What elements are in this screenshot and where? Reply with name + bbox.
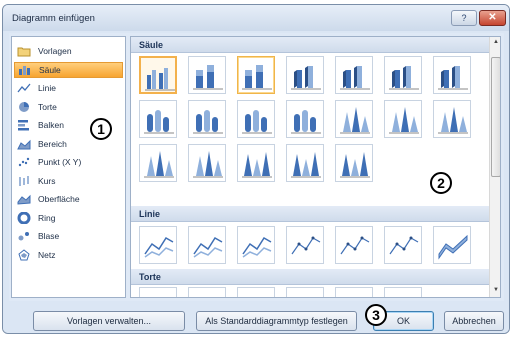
pie-subtype-thumbnail[interactable] bbox=[237, 287, 275, 297]
chart-type-label: Torte bbox=[38, 101, 57, 112]
chart-type-item[interactable]: Blase bbox=[14, 228, 123, 244]
column-subtype-thumbnail[interactable] bbox=[139, 100, 177, 138]
section-header-column: Säule bbox=[131, 37, 489, 53]
chart-type-label: Oberfläche bbox=[38, 194, 80, 204]
chart-type-label: Balken bbox=[38, 120, 64, 130]
column-subtype-thumbnail[interactable] bbox=[384, 56, 422, 94]
line-subtype-thumbnail[interactable] bbox=[237, 226, 275, 264]
line-subtype-thumbnail[interactable] bbox=[188, 226, 226, 264]
line-subtype-thumbnail[interactable] bbox=[286, 226, 324, 264]
surface-chart-icon bbox=[17, 193, 31, 205]
scroll-up-icon[interactable]: ▲ bbox=[492, 39, 500, 45]
dialog-title: Diagramm einfügen bbox=[12, 13, 95, 24]
pie-subtype-thumbnail[interactable] bbox=[286, 287, 324, 297]
section-label-line: Linie bbox=[139, 209, 161, 219]
section-label-column: Säule bbox=[139, 40, 164, 50]
bubble-chart-icon bbox=[17, 230, 31, 242]
dialog-footer: Vorlagen verwalten... Als Standarddiagra… bbox=[3, 301, 509, 333]
dialog-body: Vorlagen Säule Linie Torte Balken Bereich Punk… bbox=[9, 33, 504, 301]
area-chart-icon bbox=[17, 138, 31, 150]
manage-templates-button[interactable]: Vorlagen verwalten... bbox=[33, 311, 185, 331]
insert-chart-dialog: Diagramm einfügen ? ✕ Vorlagen Säule Linie… bbox=[2, 4, 510, 334]
chart-type-label: Säule bbox=[39, 64, 61, 75]
section-label-pie: Torte bbox=[139, 272, 161, 282]
chart-type-item[interactable]: Linie bbox=[14, 80, 123, 96]
cancel-button[interactable]: Abbrechen bbox=[444, 311, 504, 331]
annotation-badge-2: 2 bbox=[430, 172, 452, 194]
chart-type-label: Linie bbox=[38, 83, 56, 93]
help-button[interactable]: ? bbox=[451, 10, 477, 26]
column-subtype-thumbnail[interactable] bbox=[188, 100, 226, 138]
stock-chart-icon bbox=[17, 175, 31, 187]
chart-type-item[interactable]: Ring bbox=[14, 210, 123, 226]
line-subtype-thumbnail[interactable] bbox=[433, 226, 471, 264]
column-subtype-thumbnail[interactable] bbox=[433, 56, 471, 94]
title-bar: Diagramm einfügen ? ✕ bbox=[3, 5, 509, 31]
chart-type-label: Punkt (X Y) bbox=[38, 157, 82, 167]
column-subtype-thumbnail[interactable] bbox=[237, 56, 275, 94]
pie-subtype-thumbnail[interactable] bbox=[384, 287, 422, 297]
column-subtype-thumbnail[interactable] bbox=[237, 100, 275, 138]
chart-type-label: Bereich bbox=[38, 138, 67, 149]
column-subtype-thumbnail[interactable] bbox=[286, 100, 324, 138]
column-subtype-thumbnail[interactable] bbox=[139, 144, 177, 182]
line-subtype-thumbnail[interactable] bbox=[335, 226, 373, 264]
column-subtype-thumbnail[interactable] bbox=[335, 56, 373, 94]
bar-chart-icon bbox=[17, 119, 31, 131]
radar-chart-icon bbox=[17, 248, 31, 261]
chart-type-item[interactable]: Torte bbox=[14, 99, 123, 115]
chart-type-label: Netz bbox=[38, 249, 56, 260]
chart-type-label: Blase bbox=[38, 231, 60, 241]
doughnut-chart-icon bbox=[17, 211, 31, 224]
chart-type-item[interactable]: Netz bbox=[14, 247, 123, 263]
chart-subtype-gallery: Säule Linie Torte ▲ ▼ bbox=[130, 36, 501, 298]
chart-type-label: Kurs bbox=[38, 175, 56, 186]
pie-subtype-thumbnail[interactable] bbox=[139, 287, 177, 297]
column-subtype-thumbnail[interactable] bbox=[286, 144, 324, 182]
vertical-scrollbar[interactable]: ▲ ▼ bbox=[489, 37, 500, 297]
section-header-pie: Torte bbox=[131, 269, 489, 285]
scatter-chart-icon bbox=[17, 156, 31, 168]
chart-type-item[interactable]: Kurs bbox=[14, 173, 123, 189]
section-header-line: Linie bbox=[131, 206, 489, 222]
set-default-chart-button[interactable]: Als Standarddiagrammtyp festlegen bbox=[196, 311, 357, 331]
chart-type-item[interactable]: Punkt (X Y) bbox=[14, 154, 123, 170]
column-subtype-thumbnail[interactable] bbox=[335, 144, 373, 182]
pie-subtype-thumbnail[interactable] bbox=[335, 287, 373, 297]
close-button[interactable]: ✕ bbox=[479, 10, 506, 26]
pie-subtype-thumbnail[interactable] bbox=[188, 287, 226, 297]
line-subtype-thumbnail[interactable] bbox=[139, 226, 177, 264]
annotation-badge-3: 3 bbox=[365, 304, 387, 326]
line-subtype-thumbnail[interactable] bbox=[384, 226, 422, 264]
column-subtype-thumbnail[interactable] bbox=[286, 56, 324, 94]
column-subtype-thumbnail[interactable] bbox=[188, 56, 226, 94]
annotation-badge-1: 1 bbox=[90, 118, 112, 140]
column-subtype-thumbnail[interactable] bbox=[433, 100, 471, 138]
chart-type-label: Vorlagen bbox=[38, 46, 72, 56]
line-chart-icon bbox=[17, 82, 31, 94]
column-chart-icon bbox=[18, 64, 32, 76]
scroll-down-icon[interactable]: ▼ bbox=[492, 287, 500, 293]
scrollbar-thumb[interactable] bbox=[491, 57, 500, 177]
chart-type-item[interactable]: Oberfläche bbox=[14, 191, 123, 207]
chart-type-item[interactable]: Vorlagen bbox=[14, 43, 123, 59]
chart-type-label: Ring bbox=[38, 212, 56, 223]
pie-chart-icon bbox=[17, 101, 31, 113]
column-subtype-thumbnail[interactable] bbox=[237, 144, 275, 182]
column-subtype-thumbnail[interactable] bbox=[188, 144, 226, 182]
column-subtype-thumbnail[interactable] bbox=[139, 56, 177, 94]
column-subtype-thumbnail[interactable] bbox=[335, 100, 373, 138]
chart-type-item[interactable]: Säule bbox=[14, 61, 123, 78]
chart-type-list: Vorlagen Säule Linie Torte Balken Bereich Punk… bbox=[11, 36, 126, 298]
column-subtype-thumbnail[interactable] bbox=[384, 100, 422, 138]
folder-icon bbox=[17, 45, 31, 57]
